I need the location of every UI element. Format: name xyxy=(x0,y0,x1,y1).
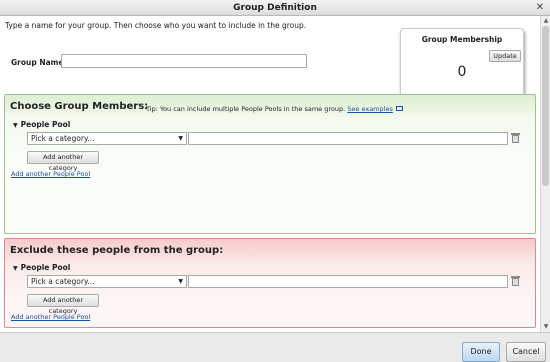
trash-icon[interactable] xyxy=(511,276,520,286)
exclude-pool-label: People Pool xyxy=(20,263,71,272)
scroll-up-icon[interactable]: ▲ xyxy=(542,17,550,25)
include-add-category-button[interactable]: Add another category xyxy=(27,151,99,172)
external-link-icon[interactable] xyxy=(395,106,403,111)
include-panel-title: Choose Group Members: xyxy=(10,101,149,112)
dropdown-arrow-icon: ▼ xyxy=(178,278,183,285)
exclude-add-category-button[interactable]: Add another category xyxy=(27,294,99,315)
group-name-label: Group Name xyxy=(11,58,64,67)
include-panel: Choose Group Members: Tip: You can inclu… xyxy=(4,94,536,234)
intro-text: Type a name for your group. Then choose … xyxy=(5,21,307,30)
include-add-pool-link[interactable]: Add another People Pool xyxy=(11,170,90,178)
exclude-panel-title: Exclude these people from the group: xyxy=(10,245,224,256)
trash-icon[interactable] xyxy=(511,133,520,143)
membership-count: 0 xyxy=(457,64,467,80)
group-name-input[interactable] xyxy=(61,54,307,68)
update-button[interactable]: Update xyxy=(489,50,521,62)
exclude-value-input[interactable] xyxy=(188,275,508,288)
exclude-pool-header[interactable]: ▼ People Pool xyxy=(13,263,70,272)
collapse-triangle-icon[interactable]: ▼ xyxy=(13,122,18,129)
include-pool-header[interactable]: ▼ People Pool xyxy=(13,120,70,129)
close-icon[interactable]: ✕ xyxy=(536,0,544,16)
see-examples-link[interactable]: See examples xyxy=(347,105,393,113)
exclude-category-select[interactable]: Pick a category... ▼ xyxy=(27,275,187,288)
membership-title: Group Membership xyxy=(421,35,503,44)
exclude-add-pool-link[interactable]: Add another People Pool xyxy=(11,313,90,321)
vertical-scrollbar[interactable]: ▲ ▼ xyxy=(540,16,550,332)
group-membership-box: Group Membership Update 0 xyxy=(400,28,524,98)
dialog-content: Type a name for your group. Then choose … xyxy=(0,16,540,332)
done-button[interactable]: Done xyxy=(462,342,500,362)
include-value-input[interactable] xyxy=(188,132,508,145)
title-bar: Group Definition ✕ xyxy=(0,0,550,16)
dropdown-arrow-icon: ▼ xyxy=(178,135,183,142)
include-category-select[interactable]: Pick a category... ▼ xyxy=(27,132,187,145)
include-tip: Tip: You can include multiple People Poo… xyxy=(146,105,403,113)
window-title: Group Definition xyxy=(233,3,317,13)
scroll-thumb[interactable] xyxy=(542,26,549,186)
collapse-triangle-icon[interactable]: ▼ xyxy=(13,265,18,272)
scroll-down-icon[interactable]: ▼ xyxy=(542,323,550,331)
exclude-panel: Exclude these people from the group: ▼ Pe… xyxy=(4,238,536,328)
cancel-button[interactable]: Cancel xyxy=(506,342,546,362)
tip-text: Tip: You can include multiple People Poo… xyxy=(146,105,346,113)
dialog-footer: Done Cancel xyxy=(0,332,550,362)
include-pool-label: People Pool xyxy=(20,120,71,129)
